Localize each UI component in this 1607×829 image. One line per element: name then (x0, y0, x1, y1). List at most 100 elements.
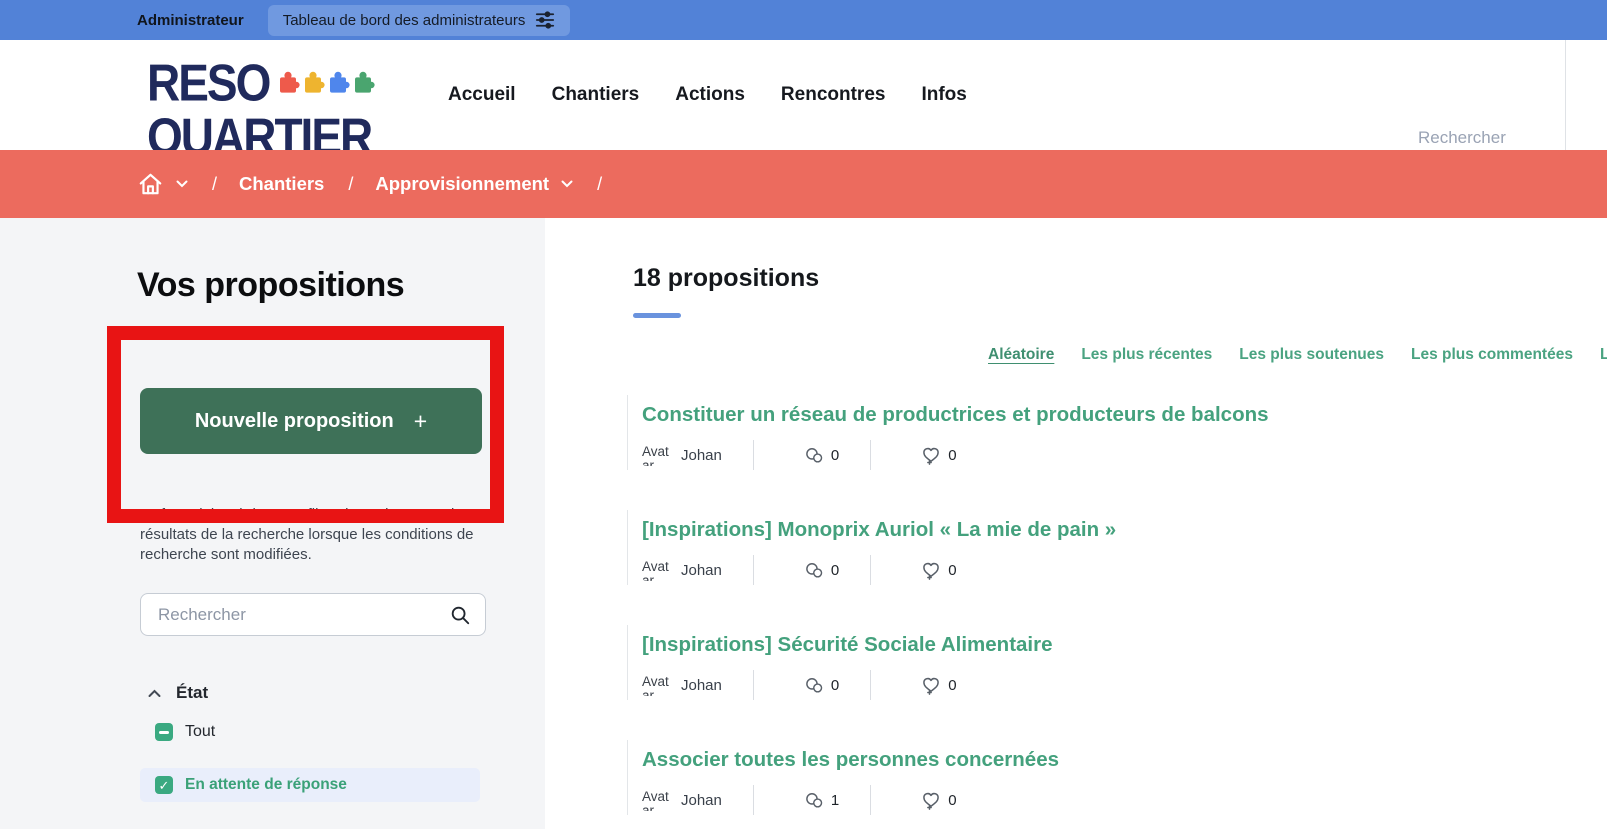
endorsements-count: 0 (948, 561, 957, 579)
sidebar-search-input[interactable] (141, 604, 449, 625)
main-content: 18 propositions Aléatoire Les plus récen… (545, 218, 1607, 829)
breadcrumb-home-link[interactable] (137, 171, 164, 197)
author-name: Johan (681, 446, 722, 464)
main-nav: Accueil Chantiers Actions Rencontres Inf… (448, 40, 967, 150)
comments-count: 1 (830, 791, 840, 809)
endorsements-icon (921, 790, 941, 810)
breadcrumb: / Chantiers / Approvisionnement / (0, 150, 1607, 218)
checkbox-indeterminate-icon[interactable] (155, 723, 173, 741)
author-name: Johan (681, 561, 722, 579)
endorsements-icon (921, 560, 941, 580)
nav-link-rencontres[interactable]: Rencontres (781, 84, 886, 106)
sort-aleatoire[interactable]: Aléatoire (988, 346, 1054, 364)
admin-dashboard-button[interactable]: Tableau de bord des administrateurs (267, 4, 571, 36)
comments-icon (804, 677, 824, 694)
proposal-title-link[interactable]: [Inspirations] Monoprix Auriol « La mie … (642, 518, 1116, 542)
chevron-up-icon[interactable] (148, 689, 161, 698)
sort-plus-recentes[interactable]: Les plus récentes (1081, 346, 1212, 364)
sort-options: Aléatoire Les plus récentes Les plus sou… (988, 346, 1607, 364)
breadcrumb-chantiers[interactable]: Chantiers (239, 173, 324, 195)
divider (752, 670, 754, 700)
sidebar-title: Vos propositions (137, 266, 405, 304)
endorsements-icon (921, 445, 941, 465)
admin-dashboard-label: Tableau de bord des administrateurs (282, 11, 526, 29)
proposal-item: [Inspirations] Monoprix Auriol « La mie … (627, 510, 1587, 585)
comments-icon (804, 792, 824, 809)
comments-count: 0 (830, 561, 840, 579)
filter-section-etat: État (148, 683, 208, 703)
sort-plus-soutenues[interactable]: Les plus soutenues (1239, 346, 1384, 364)
header-search[interactable]: Rechercher (1418, 128, 1506, 148)
comments-count: 0 (830, 446, 840, 464)
endorsements-count: 0 (948, 791, 957, 809)
logo-puzzle-pieces (276, 66, 375, 101)
proposal-meta: Avatar Johan 0 0 (642, 670, 1587, 700)
sliders-icon (535, 11, 555, 29)
heading-underline (633, 313, 681, 318)
proposal-meta: Avatar Johan 1 0 (642, 785, 1587, 815)
proposal-item: Associer toutes les personnes concernées… (627, 740, 1587, 815)
avatar: Avatar (642, 789, 669, 811)
new-proposal-button[interactable]: Nouvelle proposition + (140, 388, 482, 454)
nav-link-actions[interactable]: Actions (675, 84, 745, 106)
filter-description: Le formulaire ci-dessous filtre dynamiqu… (140, 506, 474, 563)
divider (752, 440, 754, 470)
sidebar-search (140, 593, 486, 636)
puzzle-icon (351, 66, 375, 101)
sort-plus-commentees[interactable]: Les plus commentées (1411, 346, 1573, 364)
proposal-item: [Inspirations] Sécurité Sociale Alimenta… (627, 625, 1587, 700)
logo-text-line1: RESO (147, 53, 271, 112)
results-count-heading: 18 propositions (633, 264, 820, 292)
endorsements-count: 0 (948, 676, 957, 694)
nav-link-accueil[interactable]: Accueil (448, 84, 516, 106)
site-logo[interactable]: RESO QUARTIER (147, 53, 375, 150)
breadcrumb-separator: / (348, 173, 354, 194)
logo-text-line2: QUARTIER (147, 107, 373, 150)
nav-link-chantiers[interactable]: Chantiers (552, 84, 640, 106)
avatar: Avatar (642, 444, 669, 466)
puzzle-icon (326, 66, 350, 101)
divider (870, 440, 872, 470)
divider (870, 670, 872, 700)
divider (752, 785, 754, 815)
sort-plus-suivies[interactable]: Les plus suivies (1600, 346, 1607, 364)
avatar: Avatar (642, 674, 669, 696)
proposal-title-link[interactable]: [Inspirations] Sécurité Sociale Alimenta… (642, 633, 1053, 657)
comments-icon (804, 562, 824, 579)
chevron-down-icon[interactable] (176, 180, 188, 188)
filter-title: État (176, 683, 209, 702)
admin-role-label: Administrateur (137, 11, 244, 29)
proposal-title-link[interactable]: Associer toutes les personnes concernées (642, 748, 1059, 772)
plus-icon: + (413, 407, 428, 434)
comments-icon (804, 447, 824, 464)
filter-option-label: Tout (185, 723, 216, 740)
endorsements-count: 0 (948, 446, 957, 464)
site-header: RESO QUARTIER Accueil Chantiers Actions … (0, 40, 1607, 150)
checkbox-checked-icon[interactable] (155, 776, 173, 794)
endorsements-icon (921, 675, 941, 695)
nav-link-infos[interactable]: Infos (921, 84, 966, 106)
author-name: Johan (681, 676, 722, 694)
divider (870, 555, 872, 585)
proposal-list: Constituer un réseau de productrices et … (627, 395, 1587, 829)
breadcrumb-separator: / (212, 173, 218, 194)
divider (870, 785, 872, 815)
avatar: Avatar (642, 559, 669, 581)
filter-option-tout[interactable]: Tout (155, 723, 215, 741)
filter-option-en-attente[interactable]: En attente de réponse (140, 768, 480, 802)
proposal-meta: Avatar Johan 0 0 (642, 555, 1587, 585)
divider (752, 555, 754, 585)
search-icon[interactable] (449, 604, 471, 626)
author-name: Johan (681, 791, 722, 809)
proposal-item: Constituer un réseau de productrices et … (627, 395, 1587, 470)
proposal-meta: Avatar Johan 0 0 (642, 440, 1587, 470)
proposal-title-link[interactable]: Constituer un réseau de productrices et … (642, 403, 1269, 427)
breadcrumb-separator: / (597, 173, 603, 194)
sidebar: Vos propositions Nouvelle proposition + … (0, 218, 545, 829)
comments-count: 0 (830, 676, 840, 694)
filter-option-label: En attente de réponse (185, 776, 347, 793)
chevron-down-icon[interactable] (561, 180, 573, 188)
puzzle-icon (276, 66, 300, 101)
breadcrumb-approvisionnement[interactable]: Approvisionnement (375, 173, 549, 195)
page: Administrateur Tableau de bord des admin… (0, 0, 1607, 829)
